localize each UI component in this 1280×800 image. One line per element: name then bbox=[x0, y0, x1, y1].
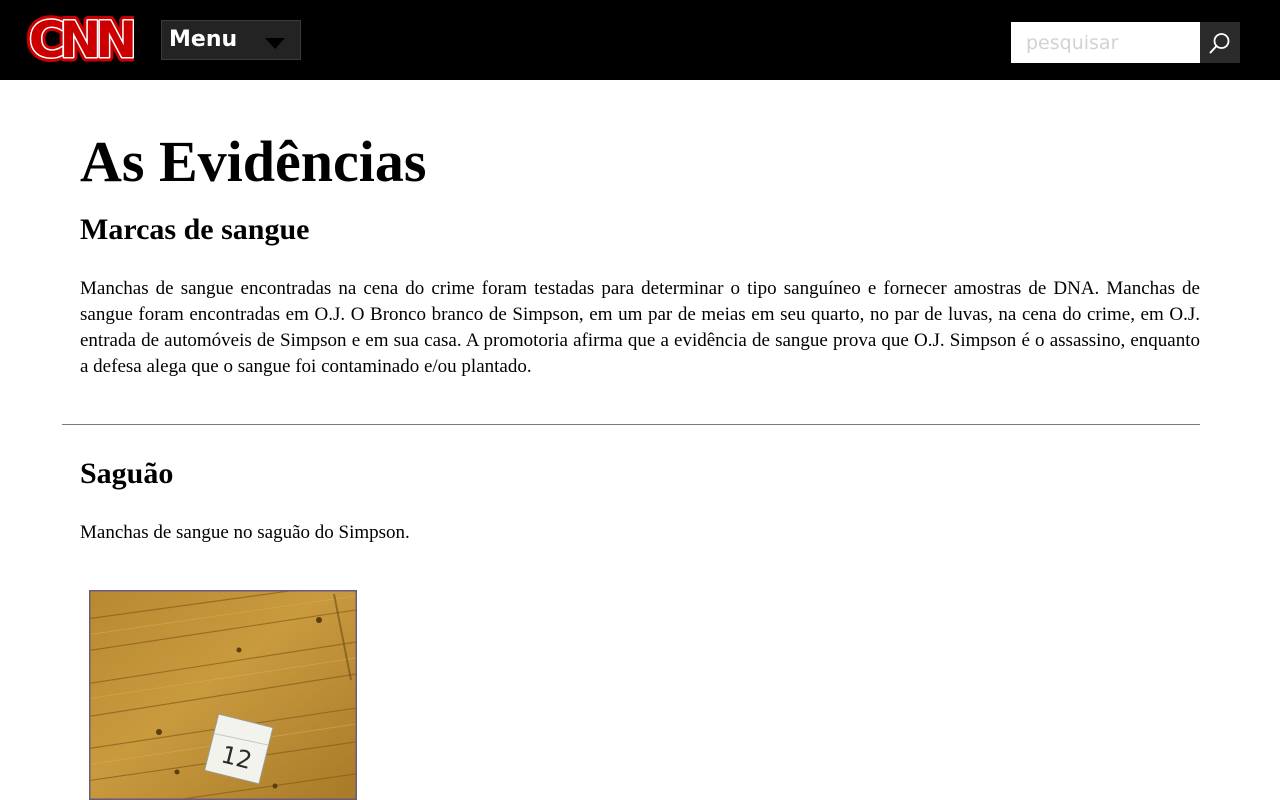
search-button[interactable] bbox=[1200, 22, 1240, 63]
section-heading: Marcas de sangue bbox=[80, 213, 310, 246]
search-icon bbox=[1209, 33, 1230, 54]
evidence-photo[interactable]: 12 bbox=[89, 590, 357, 800]
divider bbox=[62, 424, 1200, 425]
site-header: CNN CNN CNN Menu bbox=[0, 0, 1280, 80]
cnn-logo[interactable]: CNN CNN CNN bbox=[26, 14, 134, 64]
subsection-body: Manchas de sangue no saguão do Simpson. bbox=[80, 522, 410, 543]
menu-label: Menu bbox=[169, 27, 238, 52]
svg-text:CNN: CNN bbox=[29, 14, 134, 64]
page-title: As Evidências bbox=[80, 129, 427, 194]
menu-button[interactable]: Menu bbox=[161, 20, 301, 60]
chevron-down-icon bbox=[265, 38, 285, 49]
subsection-heading: Saguão bbox=[80, 457, 174, 490]
wood-floor-image: 12 bbox=[89, 590, 357, 800]
search-input[interactable] bbox=[1011, 22, 1200, 63]
section-body: Manchas de sangue encontradas na cena do… bbox=[80, 278, 1200, 377]
